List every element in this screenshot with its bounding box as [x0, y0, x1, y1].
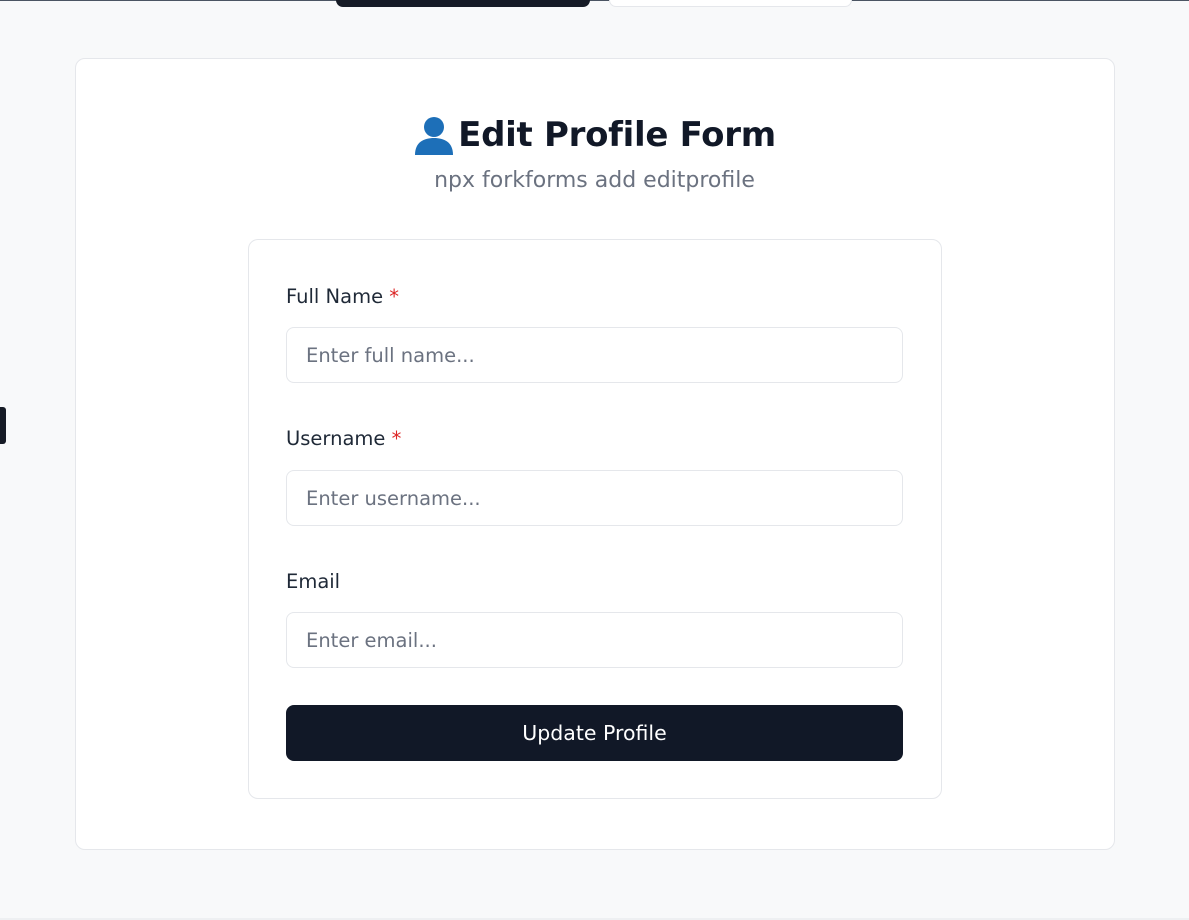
username-label-text: Username — [286, 427, 386, 450]
email-input[interactable] — [286, 612, 903, 668]
username-label: Username * — [286, 427, 401, 450]
page-subtitle: npx forkforms add editprofile — [434, 168, 755, 193]
window-top-border — [0, 0, 1189, 1]
top-tab-secondary[interactable] — [609, 0, 852, 7]
username-input[interactable] — [286, 470, 903, 526]
required-asterisk: * — [389, 285, 400, 308]
full-name-input[interactable] — [286, 327, 903, 383]
full-name-label-text: Full Name — [286, 285, 384, 308]
email-label: Email — [286, 570, 340, 593]
side-drawer-handle[interactable] — [0, 407, 6, 444]
top-tab-primary[interactable] — [336, 0, 590, 7]
email-label-text: Email — [286, 570, 341, 593]
full-name-label: Full Name * — [286, 285, 399, 308]
user-icon — [413, 114, 455, 156]
required-asterisk: * — [391, 427, 402, 450]
page-title-text: Edit Profile Form — [458, 115, 776, 155]
update-profile-button[interactable]: Update Profile — [286, 705, 903, 761]
page-title: Edit Profile Form — [0, 109, 1189, 161]
